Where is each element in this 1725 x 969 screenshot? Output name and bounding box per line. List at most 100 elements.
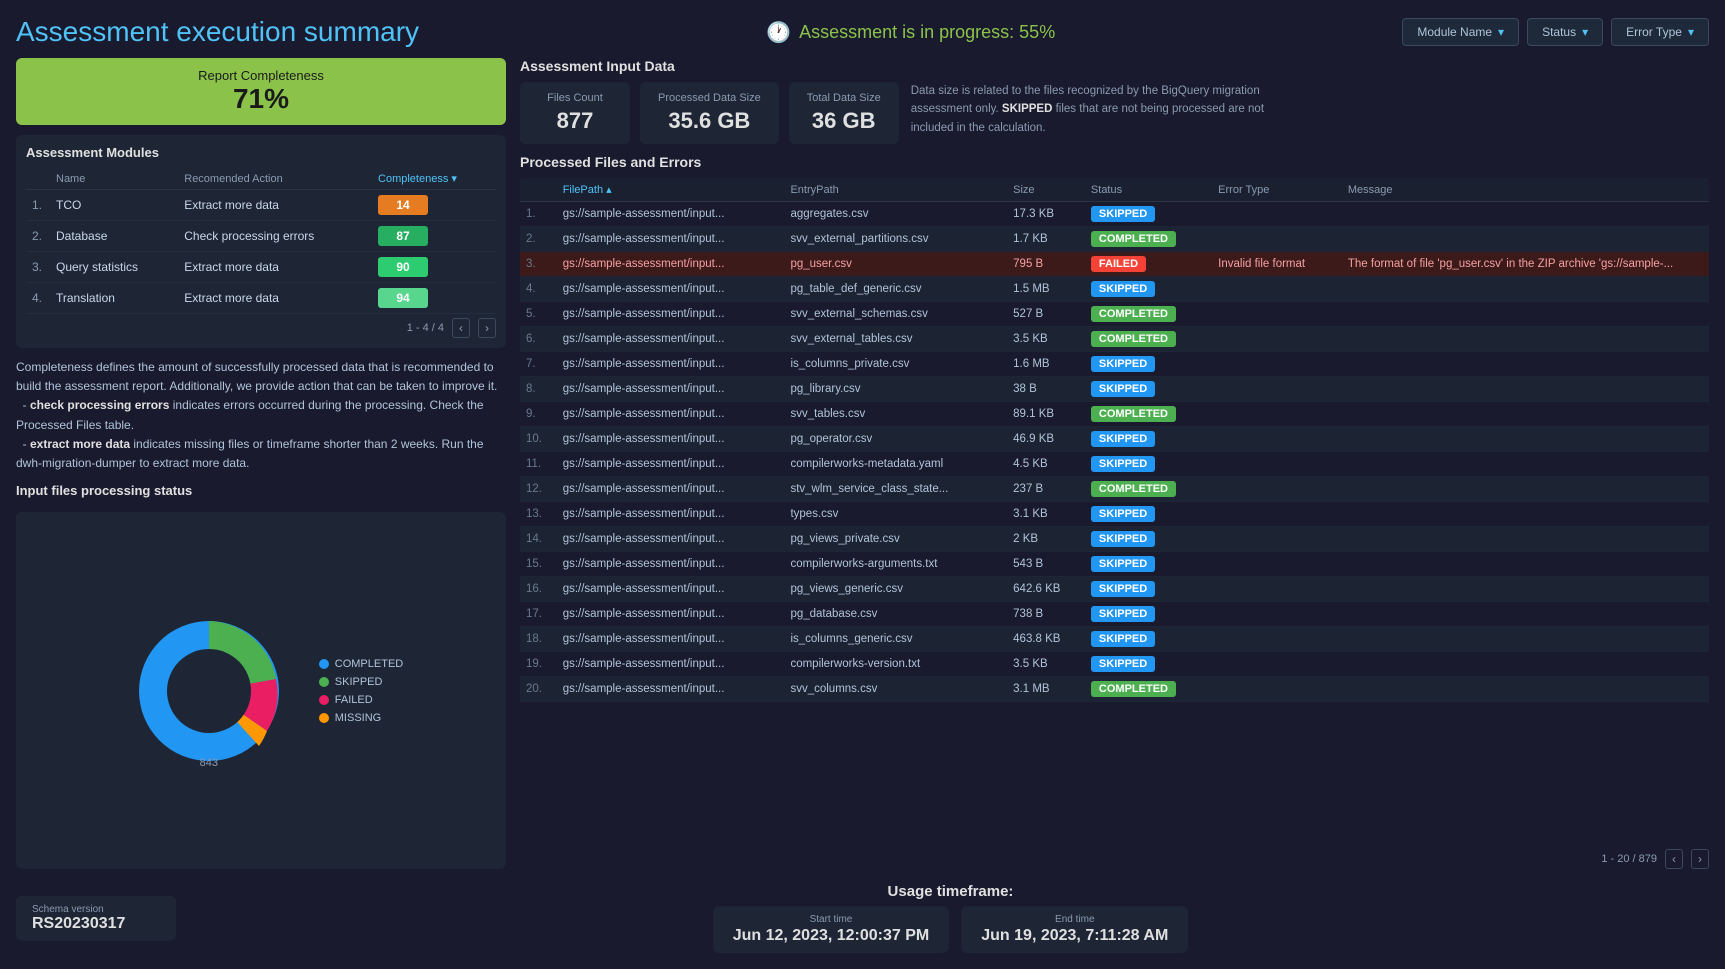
module-num: 3.: [26, 252, 50, 283]
col-completeness[interactable]: Completeness ▾: [372, 168, 496, 190]
row-status: SKIPPED: [1085, 652, 1212, 677]
row-size: 3.1 KB: [1007, 502, 1085, 527]
row-status: SKIPPED: [1085, 527, 1212, 552]
page-title: Assessment execution summary: [16, 16, 419, 48]
row-size: 3.5 KB: [1007, 652, 1085, 677]
row-size: 795 B: [1007, 252, 1085, 277]
row-num: 15.: [520, 552, 557, 577]
module-action: Extract more data: [178, 252, 372, 283]
row-entry: is_columns_private.csv: [784, 352, 1007, 377]
files-count-label: Files Count: [538, 92, 612, 104]
table-row: 7. gs://sample-assessment/input... is_co…: [520, 352, 1709, 377]
files-table-wrapper[interactable]: FilePath ▴ EntryPath Size Status Error T…: [520, 178, 1709, 845]
table-row: 17. gs://sample-assessment/input... pg_d…: [520, 602, 1709, 627]
row-filepath: gs://sample-assessment/input...: [557, 502, 785, 527]
row-error-type: [1212, 377, 1342, 402]
processed-files-section: Processed Files and Errors FilePath ▴ En…: [520, 154, 1709, 869]
row-error-type: [1212, 327, 1342, 352]
row-filepath: gs://sample-assessment/input...: [557, 652, 785, 677]
module-name: Translation: [50, 283, 178, 314]
start-time-label: Start time: [733, 914, 930, 925]
row-status: SKIPPED: [1085, 202, 1212, 227]
row-size: 1.6 MB: [1007, 352, 1085, 377]
row-size: 89.1 KB: [1007, 402, 1085, 427]
failed-label: FAILED: [335, 694, 373, 706]
module-name-button[interactable]: Module Name ▾: [1402, 18, 1519, 46]
modules-pagination: 1 - 4 / 4 ‹ ›: [26, 318, 496, 338]
module-completeness: 87: [378, 226, 428, 246]
row-status: SKIPPED: [1085, 552, 1212, 577]
row-entry: is_columns_generic.csv: [784, 627, 1007, 652]
row-message: [1342, 452, 1709, 477]
row-error-type: [1212, 627, 1342, 652]
module-completeness: 14: [378, 195, 428, 215]
row-entry: svv_columns.csv: [784, 677, 1007, 702]
module-num: 4.: [26, 283, 50, 314]
row-filepath: gs://sample-assessment/input...: [557, 377, 785, 402]
row-size: 1.5 MB: [1007, 277, 1085, 302]
status-badge: SKIPPED: [1091, 281, 1155, 297]
row-filepath: gs://sample-assessment/input...: [557, 352, 785, 377]
row-message: [1342, 277, 1709, 302]
status-badge: COMPLETED: [1091, 481, 1176, 497]
files-next-button[interactable]: ›: [1691, 849, 1709, 869]
module-name: TCO: [50, 190, 178, 221]
progress-text: Assessment is in progress: 55%: [799, 22, 1055, 43]
module-row: 1. TCO Extract more data 14: [26, 190, 496, 221]
row-entry: svv_tables.csv: [784, 402, 1007, 427]
row-num: 7.: [520, 352, 557, 377]
header-buttons: Module Name ▾ Status ▾ Error Type ▾: [1402, 18, 1709, 46]
status-badge: SKIPPED: [1091, 606, 1155, 622]
table-row: 5. gs://sample-assessment/input... svv_e…: [520, 302, 1709, 327]
row-entry: compilerworks-version.txt: [784, 652, 1007, 677]
row-num: 9.: [520, 402, 557, 427]
row-size: 2 KB: [1007, 527, 1085, 552]
processed-files-title: Processed Files and Errors: [520, 154, 1709, 170]
row-error-type: Invalid file format: [1212, 252, 1342, 277]
status-badge: SKIPPED: [1091, 631, 1155, 647]
legend-completed: COMPLETED: [319, 658, 403, 670]
files-count-card: Files Count 877: [520, 82, 630, 144]
row-num: 20.: [520, 677, 557, 702]
row-status: SKIPPED: [1085, 427, 1212, 452]
desc-paragraph-2: - check processing errors indicates erro…: [16, 396, 506, 434]
row-message: [1342, 327, 1709, 352]
legend-failed: FAILED: [319, 694, 403, 706]
total-size-label: Total Data Size: [807, 92, 881, 104]
row-size: 3.1 MB: [1007, 677, 1085, 702]
row-size: 1.7 KB: [1007, 227, 1085, 252]
failed-dot: [319, 695, 329, 705]
table-row: 18. gs://sample-assessment/input... is_c…: [520, 627, 1709, 652]
row-entry: svv_external_partitions.csv: [784, 227, 1007, 252]
skipped-dot: [319, 677, 329, 687]
row-num: 10.: [520, 427, 557, 452]
row-filepath: gs://sample-assessment/input...: [557, 402, 785, 427]
row-filepath: gs://sample-assessment/input...: [557, 227, 785, 252]
row-error-type: [1212, 577, 1342, 602]
report-completeness-value: 71%: [32, 83, 490, 115]
status-badge: SKIPPED: [1091, 581, 1155, 597]
row-filepath: gs://sample-assessment/input...: [557, 527, 785, 552]
row-message: [1342, 302, 1709, 327]
missing-dot: [319, 713, 329, 723]
row-filepath: gs://sample-assessment/input...: [557, 327, 785, 352]
status-badge: SKIPPED: [1091, 381, 1155, 397]
error-type-button[interactable]: Error Type ▾: [1611, 18, 1709, 46]
end-time-value: Jun 19, 2023, 7:11:28 AM: [981, 927, 1168, 945]
pie-chart-label: 843: [200, 757, 218, 769]
error-type-label: Error Type: [1626, 25, 1682, 39]
files-prev-button[interactable]: ‹: [1665, 849, 1683, 869]
start-time-card: Start time Jun 12, 2023, 12:00:37 PM: [713, 906, 950, 953]
row-error-type: [1212, 477, 1342, 502]
row-error-type: [1212, 352, 1342, 377]
status-button[interactable]: Status ▾: [1527, 18, 1603, 46]
row-message: [1342, 577, 1709, 602]
modules-prev-button[interactable]: ‹: [452, 318, 470, 338]
row-size: 38 B: [1007, 377, 1085, 402]
files-count-value: 877: [538, 108, 612, 134]
modules-next-button[interactable]: ›: [478, 318, 496, 338]
col-filepath[interactable]: FilePath ▴: [557, 178, 785, 202]
completed-label: COMPLETED: [335, 658, 403, 670]
row-num: 2.: [520, 227, 557, 252]
status-badge: SKIPPED: [1091, 356, 1155, 372]
